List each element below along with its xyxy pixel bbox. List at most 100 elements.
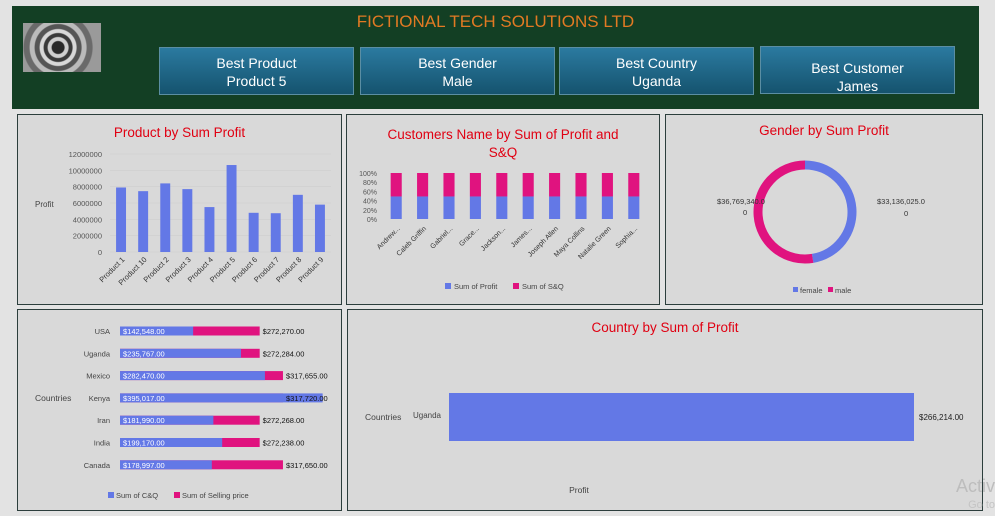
chart-title: Product by Sum Profit	[113, 125, 246, 140]
bar-segment-sq	[601, 173, 613, 197]
legend-swatch	[445, 283, 451, 289]
kpi-value: Male	[442, 73, 473, 89]
bar-product-8	[292, 194, 303, 252]
x-tick-label: Andrew...	[376, 225, 402, 251]
bar-segment-sq	[575, 173, 587, 197]
bar-segment-profit	[469, 196, 481, 219]
legend-label: Sum of S&Q	[522, 282, 564, 291]
bar-segment-profit	[575, 196, 587, 219]
kpi-value: Product 5	[226, 73, 287, 89]
kpi-label: Best Gender	[418, 55, 497, 71]
y-tick-label: Canada	[84, 461, 111, 470]
y-tick-label: 6000000	[73, 199, 102, 208]
gender-profit-chart: $33,136,025.0 0 $36,769,340.0 0 female male	[717, 160, 925, 295]
activation-watermark: Activ	[955, 476, 995, 496]
bar-segment-sq	[549, 173, 561, 197]
kpi-label: Best Product	[216, 55, 297, 71]
data-label-selling-price: $317,655.00	[286, 372, 328, 381]
legend-label: Sum of C&Q	[116, 491, 158, 500]
bar-segment-profit	[628, 196, 640, 219]
x-tick-label: Sophia...	[615, 225, 640, 250]
kpi-best-gender[interactable]: Best Gender Male	[360, 47, 555, 95]
y-axis-label: Profit	[35, 200, 54, 209]
x-tick-label: James...	[510, 225, 534, 249]
x-tick-label: Grace...	[458, 225, 481, 248]
chart-title: Gender by Sum Profit	[759, 123, 889, 138]
data-label-selling-price: $272,284.00	[263, 349, 305, 358]
y-axis-label: Countries	[365, 412, 401, 422]
bar-segment-sq	[417, 173, 429, 197]
bar-product-6	[248, 212, 259, 252]
bar-product-1	[116, 187, 127, 252]
kpi-value: Uganda	[631, 73, 682, 89]
country-sales-panel[interactable]: Countries USA $142,548.00 $272,270.00 Uganda…	[17, 309, 342, 511]
y-tick-label: 2000000	[73, 232, 102, 241]
bar-segment-profit	[390, 196, 402, 219]
bar-product-2	[160, 183, 171, 252]
bar-segment-sq	[522, 173, 534, 197]
data-label-cq: $178,997.00	[123, 461, 165, 470]
legend-label: male	[835, 286, 851, 295]
y-tick-label: 4000000	[73, 215, 102, 224]
y-tick-label: 100%	[359, 171, 377, 178]
y-tick-label: 20%	[363, 208, 377, 215]
data-label-profit: $266,214.00	[919, 413, 964, 422]
bar-product-9	[314, 204, 325, 252]
y-tick-label: 12000000	[69, 150, 102, 159]
y-tick-label: Kenya	[89, 394, 111, 403]
y-tick-label: Uganda	[413, 411, 442, 420]
country-profit-chart: Countries Uganda $266,214.00 Profit	[365, 393, 964, 495]
data-label-cq: $199,170.00	[123, 439, 165, 448]
y-tick-label: 0	[98, 248, 102, 257]
legend-swatch	[108, 492, 114, 498]
bar-segment-profit	[443, 196, 455, 219]
bar-segment-sq	[469, 173, 481, 197]
legend-label: female	[800, 286, 823, 295]
bar-uganda	[449, 393, 914, 441]
country-sales-chart: Countries USA $142,548.00 $272,270.00 Uganda…	[35, 326, 328, 500]
data-label-female: $33,136,025.0	[877, 197, 925, 206]
y-tick-label: Mexico	[86, 372, 110, 381]
data-label-selling-price: $272,270.00	[263, 327, 305, 336]
legend-label: Sum of Selling price	[182, 491, 249, 500]
y-tick-label: USA	[95, 327, 110, 336]
y-tick-label: Uganda	[84, 349, 111, 358]
y-tick-label: 0%	[367, 217, 377, 224]
dashboard-title: FICTIONAL TECH SOLUTIONS LTD	[356, 12, 635, 31]
data-label-selling-price: $317,720.00	[286, 394, 328, 403]
y-tick-label: 80%	[363, 180, 377, 187]
data-label-selling-price: $272,238.00	[263, 439, 305, 448]
donut-slice-male	[753, 160, 814, 264]
legend-swatch	[793, 287, 798, 292]
bar-product-10	[138, 191, 149, 252]
bar-segment-profit	[522, 196, 534, 219]
legend-swatch	[828, 287, 833, 292]
data-label-selling-price: $272,268.00	[263, 416, 305, 425]
customer-profit-panel[interactable]: Customers Name by Sum of Profit and S&Q …	[346, 114, 660, 305]
bar-segment-profit	[549, 196, 561, 219]
gender-profit-panel[interactable]: Gender by Sum Profit $33,136,025.0 0 $36,7…	[665, 114, 983, 305]
kpi-value: James	[836, 78, 879, 94]
donut-slice-female	[804, 160, 857, 263]
kpi-best-customer[interactable]: Best Customer James	[760, 46, 955, 94]
country-profit-panel[interactable]: Country by Sum of Profit Countries Uganda…	[347, 309, 983, 511]
bar-segment-sq	[496, 173, 508, 197]
y-tick-label: 10000000	[69, 166, 102, 175]
data-label-male-cont: 0	[743, 208, 747, 217]
kpi-best-product[interactable]: Best Product Product 5	[159, 47, 354, 95]
bar-product-3	[182, 189, 193, 252]
bar-segment-sq	[628, 173, 640, 197]
x-axis-label: Profit	[569, 485, 589, 495]
data-label-cq: $181,990.00	[123, 416, 165, 425]
product-profit-chart: 12000000 10000000 8000000 6000000 4000000 200…	[35, 150, 331, 287]
legend-swatch	[174, 492, 180, 498]
bar-segment-profit	[417, 196, 429, 219]
kpi-best-country[interactable]: Best Country Uganda	[559, 47, 754, 95]
bar-product-5	[226, 165, 237, 252]
x-tick-label: Jackson...	[480, 225, 507, 252]
chart-title: Customers Name by Sum of Profit and S&Q	[387, 127, 619, 160]
bar-segment-profit	[496, 196, 508, 219]
data-label-female-cont: 0	[904, 209, 908, 218]
product-profit-panel[interactable]: Product by Sum Profit 12000000 10000000 80…	[17, 114, 342, 305]
y-tick-label: 40%	[363, 199, 377, 206]
